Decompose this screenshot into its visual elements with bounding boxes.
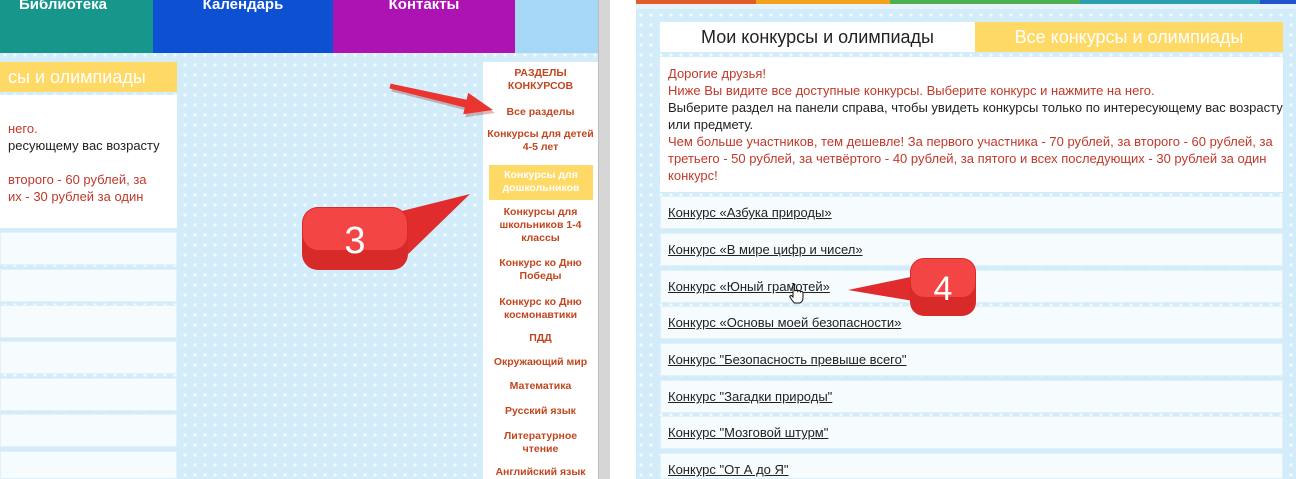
red-arrow-icon (389, 83, 495, 118)
arrow-shape (389, 83, 493, 115)
callout-number: 4 (934, 270, 953, 308)
annotation-overlay: 3 4 (302, 83, 976, 316)
callout-3: 3 (302, 194, 470, 270)
callout-number: 3 (344, 220, 365, 262)
callout-4: 4 (848, 258, 976, 316)
hand-cursor-icon (789, 282, 804, 304)
hand-cursor-shape (789, 282, 804, 304)
